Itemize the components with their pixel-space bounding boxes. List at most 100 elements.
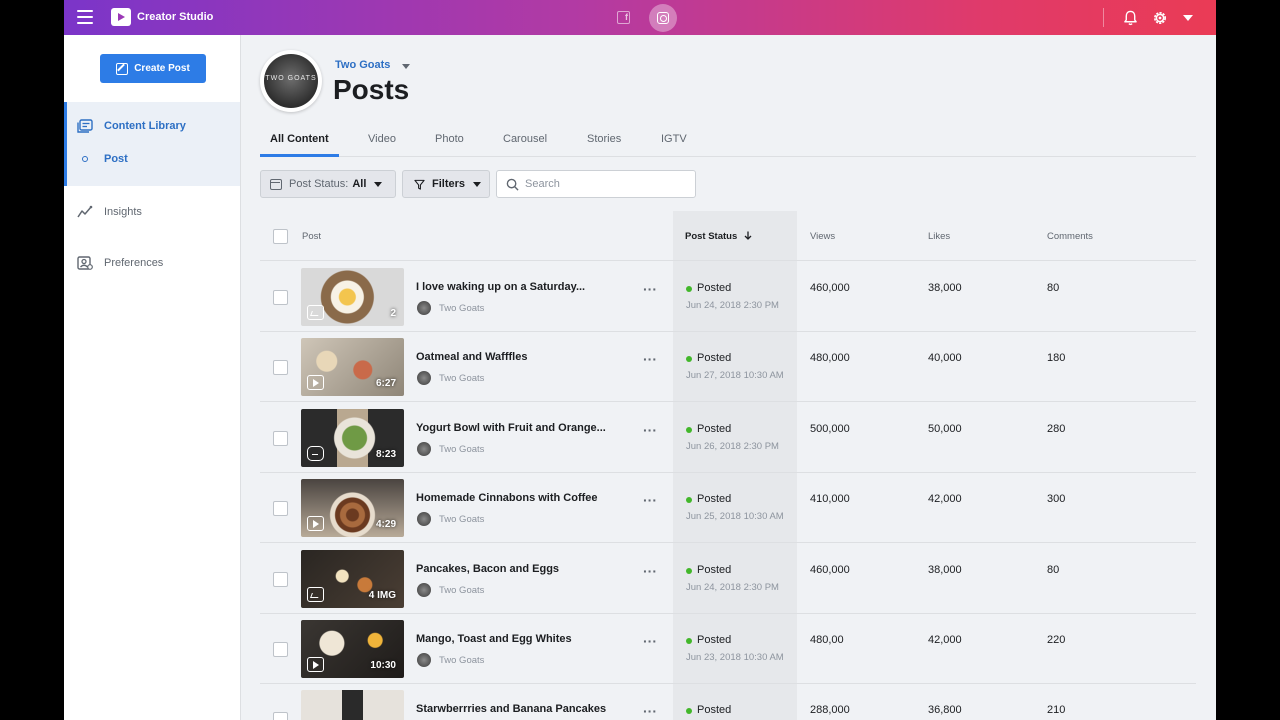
likes-value: 40,000 xyxy=(928,352,962,365)
select-all-checkbox[interactable] xyxy=(273,229,288,244)
search-input[interactable] xyxy=(525,178,685,190)
create-post-label: Create Post xyxy=(134,63,190,74)
sidebar-item-content-library[interactable]: Content Library xyxy=(77,119,186,133)
post-date: Jun 26, 2018 2:30 PM xyxy=(686,440,779,452)
row-checkbox[interactable] xyxy=(273,430,288,446)
comments-value: 80 xyxy=(1047,563,1060,576)
facebook-icon[interactable]: f xyxy=(617,11,630,24)
more-options-button[interactable]: ··· xyxy=(643,352,657,366)
comments-value: 220 xyxy=(1047,634,1066,646)
tab-all-content[interactable]: All Content xyxy=(270,133,329,145)
filter-icon xyxy=(414,179,425,190)
post-thumbnail[interactable]: 10:30 xyxy=(301,620,404,678)
post-thumbnail[interactable]: 4:29 xyxy=(301,479,404,538)
tab-photo[interactable]: Photo xyxy=(435,133,464,145)
table-row[interactable]: 4 IMG Pancakes, Bacon and Eggs Two Goats ··… xyxy=(260,544,1196,614)
top-bar: Creator Studio f xyxy=(64,0,1216,35)
column-header-post[interactable]: Post xyxy=(302,231,321,242)
post-title[interactable]: Homemade Cinnabons with Coffee xyxy=(416,492,598,504)
post-title[interactable]: Mango, Toast and Egg Whites xyxy=(416,633,572,645)
row-checkbox[interactable] xyxy=(273,571,288,587)
chevron-down-icon[interactable] xyxy=(402,64,410,69)
more-options-button[interactable]: ··· xyxy=(643,634,657,648)
views-value: 288,000 xyxy=(810,704,850,717)
tab-carousel[interactable]: Carousel xyxy=(503,133,547,145)
table-row[interactable]: 6:27 Oatmeal and Wafffles Two Goats ··· Post… xyxy=(260,332,1196,403)
column-header-post-status[interactable]: Post Status xyxy=(685,231,752,242)
post-status-dropdown[interactable]: Post Status: All xyxy=(260,170,396,198)
search-field[interactable] xyxy=(496,170,696,198)
column-header-views[interactable]: Views xyxy=(810,231,835,242)
post-status: Posted xyxy=(697,282,732,294)
author-name: Two Goats xyxy=(439,303,485,314)
table-row[interactable]: 2 I love waking up on a Saturday... Two Go… xyxy=(260,262,1196,332)
comments-value: 80 xyxy=(1047,282,1060,294)
row-checkbox[interactable] xyxy=(273,642,288,657)
post-thumbnail[interactable]: 8:23 xyxy=(301,408,404,467)
author-avatar xyxy=(417,371,431,386)
row-checkbox[interactable] xyxy=(273,290,288,305)
media-badge: 4 IMG xyxy=(368,589,396,601)
bell-icon[interactable] xyxy=(1123,10,1138,26)
column-header-likes[interactable]: Likes xyxy=(928,231,950,242)
author-name: Two Goats xyxy=(439,655,485,666)
post-title[interactable]: I love waking up on a Saturday... xyxy=(416,281,585,293)
post-thumbnail[interactable]: 4 IMG xyxy=(301,549,404,608)
column-header-comments[interactable]: Comments xyxy=(1047,231,1093,242)
menu-icon[interactable] xyxy=(77,10,93,24)
more-options-button[interactable]: ··· xyxy=(643,704,657,718)
more-options-button[interactable]: ··· xyxy=(643,493,657,507)
likes-value: 38,000 xyxy=(928,282,962,294)
author-name: Two Goats xyxy=(439,584,485,596)
comments-value: 180 xyxy=(1047,352,1066,365)
sidebar-item-preferences[interactable]: Preferences xyxy=(77,256,163,270)
post-title[interactable]: Pancakes, Bacon and Eggs xyxy=(416,563,559,575)
more-options-button[interactable]: ··· xyxy=(643,423,657,437)
gear-icon[interactable] xyxy=(1152,10,1168,26)
author-avatar xyxy=(417,441,431,456)
author-avatar xyxy=(417,512,431,527)
sidebar: Create Post Content Library Post Insight… xyxy=(64,35,241,720)
sidebar-item-insights[interactable]: Insights xyxy=(77,205,142,219)
post-thumbnail[interactable] xyxy=(301,690,404,720)
table-row[interactable]: 4:29 Homemade Cinnabons with Coffee Two Go… xyxy=(260,473,1196,544)
column-header-label: Post Status xyxy=(685,231,738,242)
table-row[interactable]: 10:30 Mango, Toast and Egg Whites Two Goat… xyxy=(260,614,1196,684)
table-row[interactable]: 8:23 Yogurt Bowl with Fruit and Orange...… xyxy=(260,403,1196,473)
photo-icon xyxy=(307,305,324,320)
post-thumbnail[interactable]: 6:27 xyxy=(301,338,404,397)
row-checkbox[interactable] xyxy=(273,712,288,720)
tab-stories[interactable]: Stories xyxy=(587,133,621,145)
create-post-button[interactable]: Create Post xyxy=(100,54,206,83)
filters-button[interactable]: Filters xyxy=(402,170,490,198)
caret-down-icon[interactable] xyxy=(1183,15,1193,21)
comments-value: 300 xyxy=(1047,493,1066,506)
sidebar-item-post[interactable]: Post xyxy=(77,153,128,165)
content-library-icon xyxy=(77,119,93,133)
post-thumbnail[interactable]: 2 xyxy=(301,268,404,326)
account-avatar[interactable]: TWO GOATS xyxy=(260,50,322,112)
post-status: Posted xyxy=(697,422,732,435)
post-status: Posted xyxy=(697,493,732,506)
account-switcher[interactable]: Two Goats xyxy=(335,59,390,71)
more-options-button[interactable]: ··· xyxy=(643,282,657,296)
tab-igtv[interactable]: IGTV xyxy=(661,133,687,145)
calendar-icon xyxy=(270,178,282,190)
page-title: Posts xyxy=(333,74,410,105)
table-row[interactable]: Starwberrries and Banana PancakesTwo Goa… xyxy=(260,684,1196,720)
table-header: Post Post Status Views Likes Comments xyxy=(260,211,1196,261)
instagram-button[interactable] xyxy=(649,4,677,32)
sidebar-item-label: Content Library xyxy=(104,120,186,132)
post-date: Jun 24, 2018 2:30 PM xyxy=(686,300,779,311)
row-checkbox[interactable] xyxy=(273,360,288,376)
post-title[interactable]: Starwberrries and Banana Pancakes xyxy=(416,703,606,715)
row-checkbox[interactable] xyxy=(273,501,288,517)
video-icon xyxy=(307,516,324,532)
post-title[interactable]: Oatmeal and Wafffles xyxy=(416,351,527,363)
instagram-icon xyxy=(657,12,669,24)
content-library-group xyxy=(64,102,240,186)
status-indicator-icon xyxy=(686,286,692,292)
more-options-button[interactable]: ··· xyxy=(643,564,657,578)
post-title[interactable]: Yogurt Bowl with Fruit and Orange... xyxy=(416,422,606,434)
tab-video[interactable]: Video xyxy=(368,133,396,145)
